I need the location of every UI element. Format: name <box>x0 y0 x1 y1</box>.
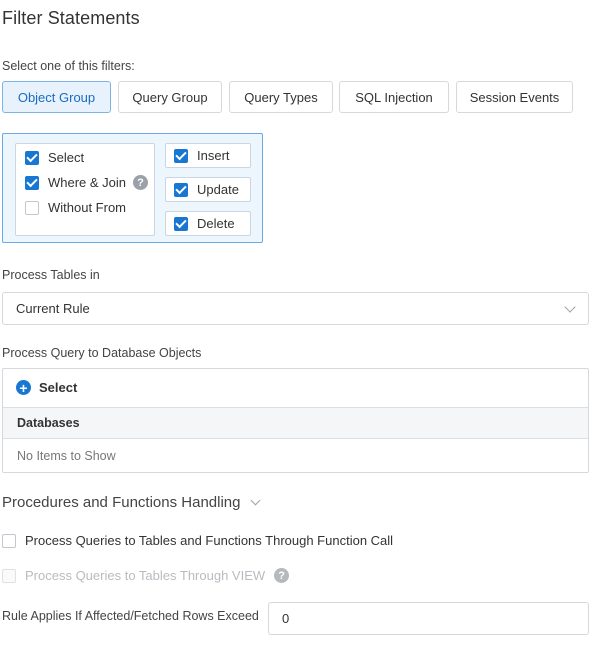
tab-query-group[interactable]: Query Group <box>118 81 222 113</box>
tab-label: Session Events <box>469 89 560 105</box>
tab-label: Object Group <box>17 89 96 105</box>
plus-circle-icon: + <box>16 380 31 395</box>
input-value: 0 <box>282 611 290 626</box>
tab-object-group[interactable]: Object Group <box>2 81 111 113</box>
tab-label: Query Types <box>244 89 318 105</box>
checkbox[interactable] <box>25 150 39 165</box>
checkbox-delete[interactable]: Delete <box>165 211 251 236</box>
tab-label: SQL Injection <box>355 89 433 105</box>
tab-label: Query Group <box>132 89 208 105</box>
checkbox <box>2 568 16 583</box>
object-group-panel: Select Where & Join ? Without From Inser… <box>2 133 263 243</box>
tab-query-types[interactable]: Query Types <box>229 81 333 113</box>
select-value: Current Rule <box>16 301 90 316</box>
checkbox[interactable] <box>2 533 16 548</box>
databases-column-header[interactable]: Databases <box>3 407 588 439</box>
checkbox-update[interactable]: Update <box>165 177 251 202</box>
checkbox-select[interactable]: Select <box>25 150 84 165</box>
process-query-label: Process Query to Database Objects <box>2 346 202 360</box>
checkbox-where-join[interactable]: Where & Join ? <box>25 175 149 190</box>
checkbox[interactable] <box>25 200 39 215</box>
checkbox-label: Where & Join <box>48 175 127 190</box>
chevron-down-icon <box>564 301 576 313</box>
tab-session-events[interactable]: Session Events <box>456 81 573 113</box>
filters-prompt: Select one of this filters: <box>2 59 135 73</box>
checkbox-label: Insert <box>197 148 230 163</box>
checkbox[interactable] <box>25 175 39 190</box>
select-button-label: Select <box>39 380 78 395</box>
checkbox-label: Select <box>48 150 85 165</box>
checkbox[interactable] <box>174 148 188 163</box>
question-icon[interactable]: ? <box>133 175 149 190</box>
checkbox-label: Delete <box>197 216 235 231</box>
section-title: Procedures and Functions Handling <box>2 494 241 511</box>
page-title: Filter Statements <box>2 8 140 28</box>
column-header-label: Databases <box>17 416 80 430</box>
checkbox-insert[interactable]: Insert <box>165 143 251 168</box>
checkbox-without-from[interactable]: Without From <box>25 200 126 215</box>
question-icon[interactable]: ? <box>274 568 290 583</box>
process-tables-select[interactable]: Current Rule <box>2 292 589 325</box>
checkbox-through-view: Process Queries to Tables Through VIEW ? <box>2 568 290 583</box>
databases-panel: + Select Databases No Items to Show <box>2 368 589 473</box>
checkbox-label: Update <box>197 182 239 197</box>
procedures-section-toggle[interactable]: Procedures and Functions Handling <box>2 494 261 511</box>
checkbox[interactable] <box>174 216 188 231</box>
statement-types-box: Select Where & Join ? Without From <box>15 143 155 236</box>
process-tables-label: Process Tables in <box>2 268 100 282</box>
rows-exceed-label: Rule Applies If Affected/Fetched Rows Ex… <box>2 609 259 623</box>
checkbox-label: Process Queries to Tables Through VIEW <box>25 568 266 583</box>
rows-exceed-input[interactable]: 0 <box>268 602 589 635</box>
checkbox-label: Process Queries to Tables and Functions … <box>25 533 394 548</box>
checkbox-function-call[interactable]: Process Queries to Tables and Functions … <box>2 533 393 548</box>
select-databases-button[interactable]: + Select <box>16 380 77 395</box>
empty-state-text: No Items to Show <box>17 449 116 463</box>
chevron-down-icon <box>251 495 261 506</box>
checkbox[interactable] <box>174 182 188 197</box>
checkbox-label: Without From <box>48 200 127 215</box>
tab-sql-injection[interactable]: SQL Injection <box>339 81 449 113</box>
